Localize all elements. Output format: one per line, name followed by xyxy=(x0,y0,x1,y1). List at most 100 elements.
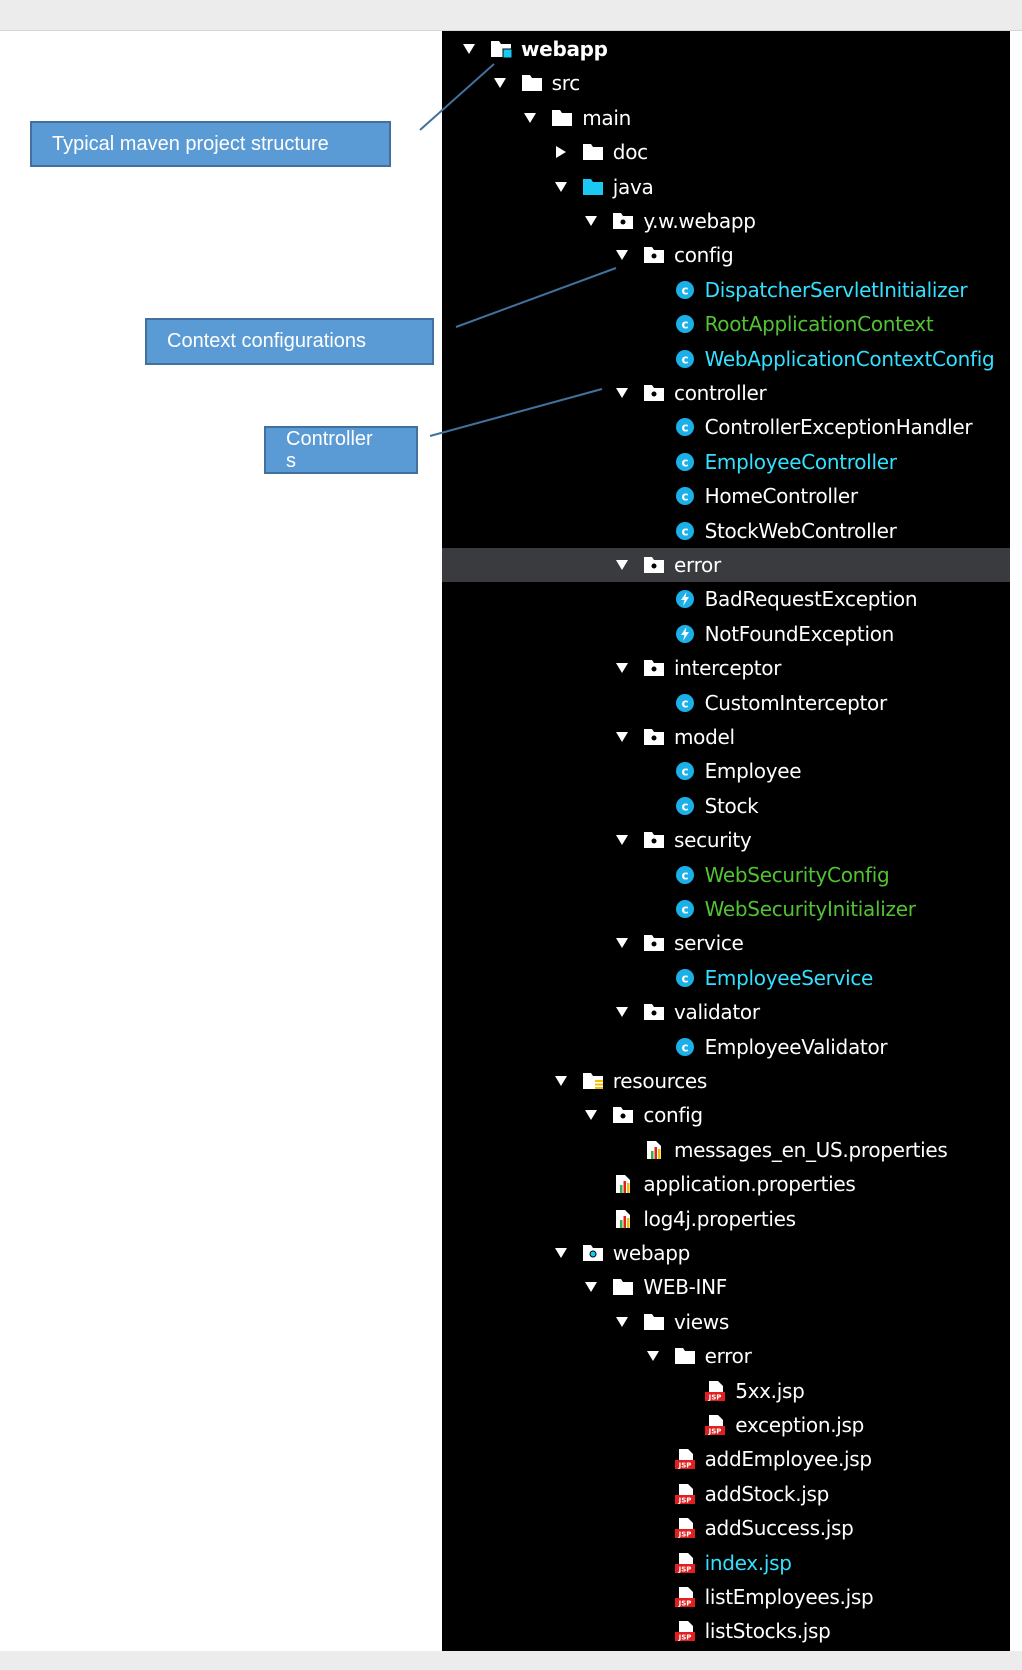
tree-item-label: addEmployee.jsp xyxy=(704,1447,873,1472)
tree-item[interactable]: controller xyxy=(442,376,1010,410)
expand-arrow-down-icon[interactable] xyxy=(615,661,631,675)
class-icon: c xyxy=(674,452,696,472)
expand-arrow-down-icon[interactable] xyxy=(615,1005,631,1019)
expand-arrow-down-icon[interactable] xyxy=(493,76,509,90)
tree-item-label: HomeController xyxy=(704,484,859,509)
tree-item[interactable]: c Employee xyxy=(442,754,1010,788)
expand-arrow-down-icon[interactable] xyxy=(554,1246,570,1260)
jsp-file-icon: JSP xyxy=(704,1380,726,1401)
tree-item-label: listStocks.jsp xyxy=(704,1619,831,1644)
tree-item-label: webapp xyxy=(521,37,608,61)
tree-item[interactable]: c EmployeeController xyxy=(442,445,1010,479)
tree-item[interactable]: doc xyxy=(442,135,1010,169)
tree-item[interactable]: c Stock xyxy=(442,789,1010,823)
svg-text:c: c xyxy=(681,903,688,917)
jsp-file-icon: JSP xyxy=(674,1518,696,1539)
tree-item[interactable]: messages_en_US.properties xyxy=(442,1133,1010,1167)
tree-item[interactable]: error xyxy=(442,1339,1010,1373)
tree-item[interactable]: views xyxy=(442,1305,1010,1339)
tree-item[interactable]: c ControllerExceptionHandler xyxy=(442,410,1010,444)
svg-text:c: c xyxy=(681,283,688,297)
tree-item[interactable]: c WebSecurityInitializer xyxy=(442,892,1010,926)
tree-item[interactable]: JSP listEmployees.jsp xyxy=(442,1580,1010,1614)
tree-item[interactable]: webapp xyxy=(442,1236,1010,1270)
expand-arrow-down-icon[interactable] xyxy=(615,730,631,744)
tree-item[interactable]: JSP addEmployee.jsp xyxy=(442,1442,1010,1476)
tree-item[interactable]: JSP addStock.jsp xyxy=(442,1477,1010,1511)
tree-item-label: WebApplicationContextConfig xyxy=(704,346,995,371)
tree-item[interactable]: main xyxy=(442,101,1010,135)
expand-arrow-down-icon[interactable] xyxy=(615,558,631,572)
svg-text:c: c xyxy=(681,868,688,882)
tree-item-label: views xyxy=(674,1309,729,1334)
expand-arrow-down-icon[interactable] xyxy=(646,1349,662,1363)
tree-item[interactable]: WEB-INF xyxy=(442,1270,1010,1304)
tree-item[interactable]: y.w.webapp xyxy=(442,204,1010,238)
expand-arrow-down-icon[interactable] xyxy=(584,1108,600,1122)
expand-arrow-down-icon[interactable] xyxy=(615,1315,631,1329)
tree-item[interactable]: JSP 5xx.jsp xyxy=(442,1374,1010,1408)
tree-item[interactable]: config xyxy=(442,238,1010,272)
tree-item[interactable]: webapp xyxy=(442,32,1010,66)
tree-item-label: controller xyxy=(674,381,767,405)
tree-item[interactable]: c EmployeeService xyxy=(442,961,1010,995)
tree-item[interactable]: java xyxy=(442,170,1010,204)
svg-text:JSP: JSP xyxy=(708,1428,722,1436)
collapse-arrow-right-icon[interactable] xyxy=(554,145,570,159)
tree-item[interactable]: resources xyxy=(442,1064,1010,1098)
tree-item[interactable]: log4j.properties xyxy=(442,1202,1010,1236)
tree-item[interactable]: application.properties xyxy=(442,1167,1010,1201)
tree-item[interactable]: c StockWebController xyxy=(442,514,1010,548)
tree-item[interactable]: c CustomInterceptor xyxy=(442,686,1010,720)
tree-item[interactable]: interceptor xyxy=(442,651,1010,685)
tree-item-label: java xyxy=(612,174,654,199)
tree-item[interactable]: JSP listStocks.jsp xyxy=(442,1614,1010,1648)
tree-item[interactable]: validator xyxy=(442,995,1010,1029)
tree-item[interactable]: src xyxy=(442,66,1010,100)
expand-arrow-down-icon[interactable] xyxy=(462,42,478,56)
svg-text:JSP: JSP xyxy=(677,1531,691,1539)
tree-item[interactable]: JSP addSuccess.jsp xyxy=(442,1511,1010,1545)
expand-arrow-down-icon[interactable] xyxy=(584,214,600,228)
tree-item[interactable]: config xyxy=(442,1098,1010,1132)
tree-item[interactable]: c RootApplicationContext xyxy=(442,307,1010,341)
package-icon xyxy=(643,933,665,953)
expand-arrow-down-icon[interactable] xyxy=(615,386,631,400)
annotation-context-configurations: Context configurations xyxy=(145,318,434,365)
expand-arrow-down-icon[interactable] xyxy=(554,180,570,194)
expand-arrow-down-icon[interactable] xyxy=(615,936,631,950)
expand-arrow-down-icon[interactable] xyxy=(523,111,539,125)
tree-item[interactable]: service xyxy=(442,926,1010,960)
web-folder-icon xyxy=(582,1243,604,1263)
expand-arrow-down-icon[interactable] xyxy=(554,1074,570,1088)
svg-text:JSP: JSP xyxy=(677,1634,691,1642)
svg-text:JSP: JSP xyxy=(708,1393,722,1401)
tree-item[interactable]: c WebSecurityConfig xyxy=(442,858,1010,892)
folder-icon xyxy=(582,142,604,162)
tree-item[interactable]: c WebApplicationContextConfig xyxy=(442,342,1010,376)
annotation-controllers-text: Controller s xyxy=(286,428,373,472)
class-icon: c xyxy=(674,417,696,437)
tree-item[interactable]: error xyxy=(442,548,1010,582)
expand-arrow-down-icon[interactable] xyxy=(615,248,631,262)
source-folder-icon xyxy=(582,177,604,197)
tree-item[interactable]: c HomeController xyxy=(442,479,1010,513)
expand-arrow-down-icon[interactable] xyxy=(615,833,631,847)
tree-item[interactable]: model xyxy=(442,720,1010,754)
tree-item[interactable]: BadRequestException xyxy=(442,582,1010,616)
project-tree-panel[interactable]: webapp src main doc java y.w.webapp config c Dis… xyxy=(442,31,1010,1651)
tree-item-label: WEB-INF xyxy=(643,1275,728,1300)
tree-item[interactable]: c EmployeeValidator xyxy=(442,1030,1010,1064)
svg-text:c: c xyxy=(681,799,688,813)
class-icon: c xyxy=(674,761,696,781)
tree-item[interactable]: JSP exception.jsp xyxy=(442,1408,1010,1442)
tree-item[interactable]: JSP index.jsp xyxy=(442,1546,1010,1580)
tree-item-label: addSuccess.jsp xyxy=(704,1516,854,1541)
tree-item[interactable]: c DispatcherServletInitializer xyxy=(442,273,1010,307)
expand-arrow-down-icon[interactable] xyxy=(584,1280,600,1294)
properties-file-icon xyxy=(643,1140,665,1160)
tree-item-label: webapp xyxy=(612,1241,691,1265)
tree-item[interactable]: security xyxy=(442,823,1010,857)
tree-item-label: DispatcherServletInitializer xyxy=(704,277,968,302)
tree-item[interactable]: NotFoundException xyxy=(442,617,1010,651)
